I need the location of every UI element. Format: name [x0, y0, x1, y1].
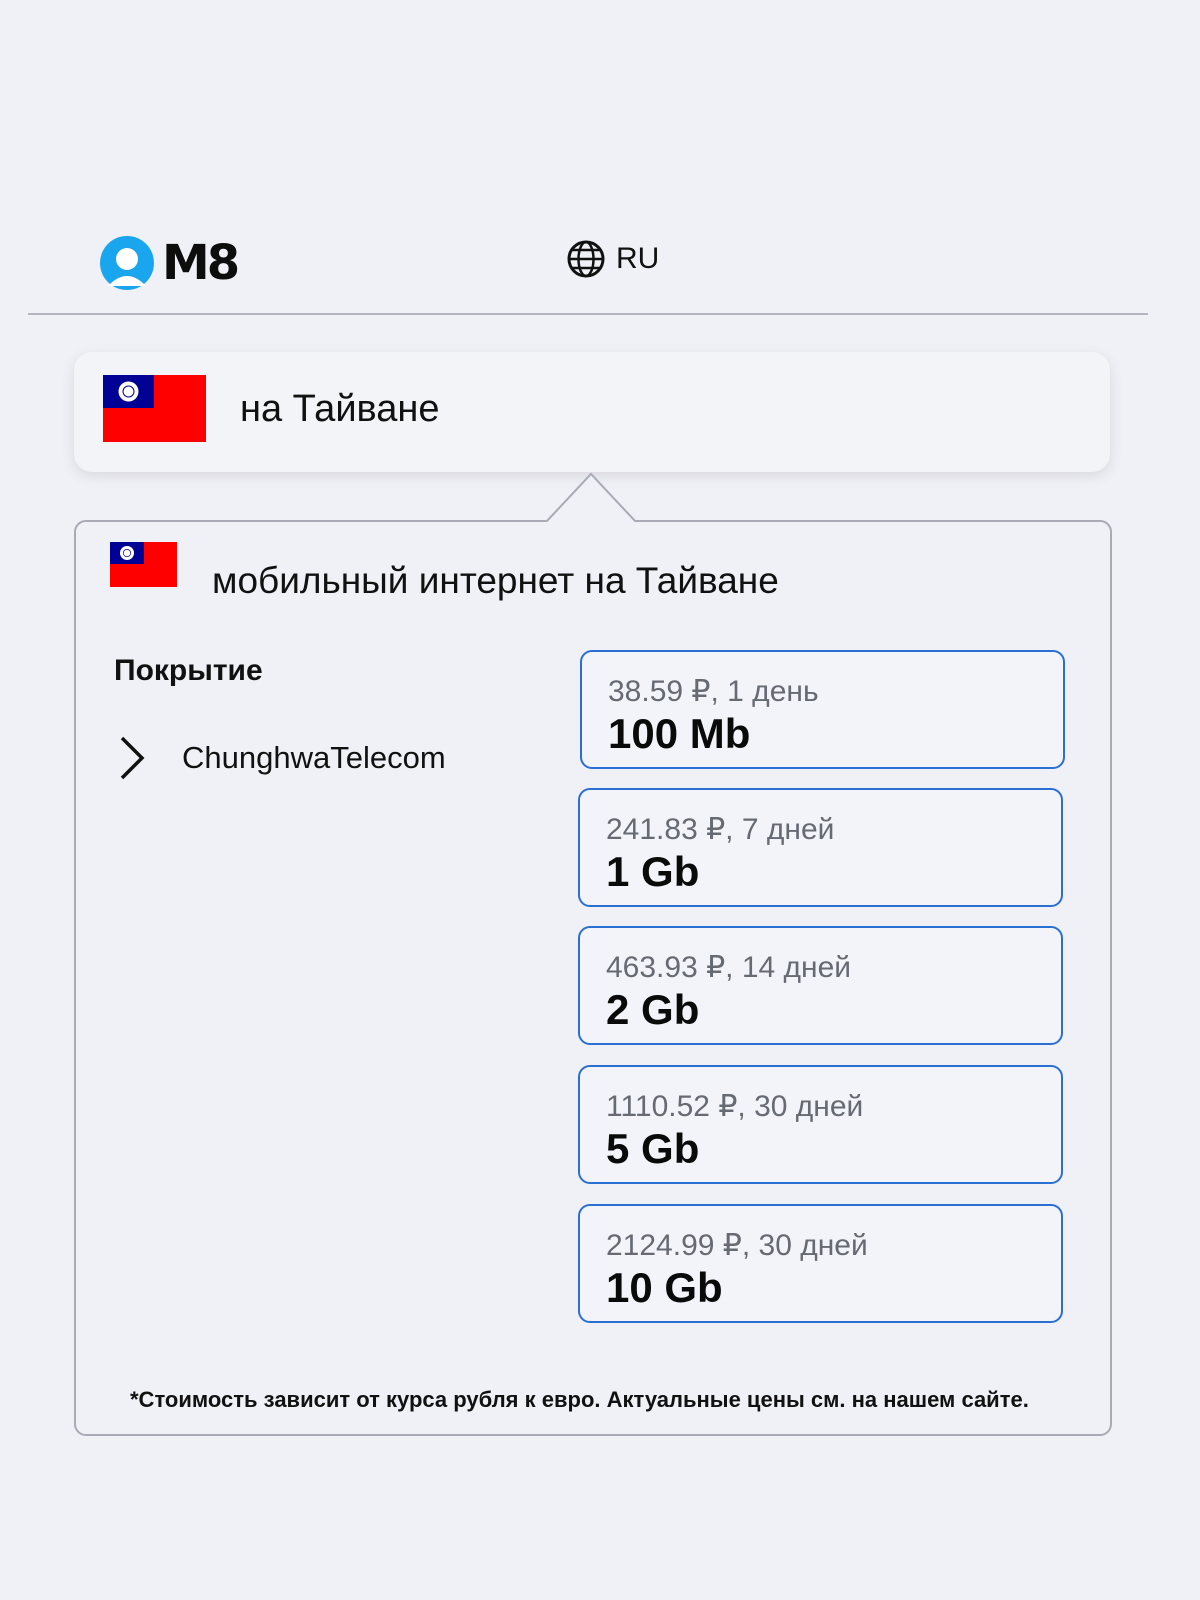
country-search[interactable]: на Тайване [74, 352, 1110, 472]
price-footnote: *Стоимость зависит от курса рубля к евро… [130, 1387, 1029, 1412]
m8-logo-icon [100, 236, 154, 290]
plan-card[interactable]: 463.93 ₽, 14 дней 2 Gb [578, 926, 1063, 1045]
plan-volume: 100 Mb [608, 710, 751, 757]
plan-volume: 2 Gb [606, 986, 700, 1033]
globe-icon [567, 240, 605, 278]
plan-volume: 5 Gb [606, 1125, 700, 1172]
plan-card[interactable]: 2124.99 ₽, 30 дней 10 Gb [578, 1204, 1063, 1323]
coverage-title: Покрытие [114, 654, 263, 687]
logo-text: M8 [162, 235, 240, 291]
header-divider [28, 313, 1148, 315]
plan-price: 241.83 ₽, 7 дней [606, 813, 835, 846]
plan-card[interactable]: 241.83 ₽, 7 дней 1 Gb [578, 788, 1063, 907]
m8-logo[interactable]: M8 [98, 235, 240, 291]
plans-panel: мобильный интернет на Тайване Покрытие C… [74, 520, 1112, 1436]
language-selector[interactable]: RU [566, 239, 659, 279]
chevron-right-icon [120, 736, 145, 780]
plan-volume: 10 Gb [606, 1264, 723, 1311]
header: M8 RU [0, 220, 1200, 300]
plan-price: 38.59 ₽, 1 день [608, 675, 819, 708]
language-label: RU [616, 242, 660, 275]
panel-title: мобильный интернет на Тайване [212, 560, 779, 601]
search-value: на Тайване [240, 388, 440, 430]
operator-name: ChunghwaTelecom [182, 740, 446, 775]
taiwan-flag-icon [103, 375, 206, 442]
plan-card[interactable]: 1110.52 ₽, 30 дней 5 Gb [578, 1065, 1063, 1184]
plan-price: 1110.52 ₽, 30 дней [606, 1090, 864, 1123]
plan-volume: 1 Gb [606, 848, 700, 895]
taiwan-flag-icon [110, 542, 177, 587]
plan-price: 463.93 ₽, 14 дней [606, 951, 852, 984]
operator-item[interactable]: ChunghwaTelecom [114, 734, 446, 782]
plan-card[interactable]: 38.59 ₽, 1 день 100 Mb [580, 650, 1065, 769]
panel-pointer [546, 472, 636, 522]
plan-price: 2124.99 ₽, 30 дней [606, 1229, 868, 1262]
